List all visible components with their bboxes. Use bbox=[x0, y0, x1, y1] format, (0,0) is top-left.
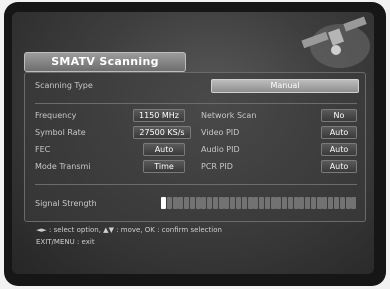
fec-label: FEC bbox=[35, 145, 51, 154]
network-scan-label: Network Scan bbox=[201, 111, 257, 120]
signal-segment bbox=[195, 197, 201, 209]
scanning-type-select[interactable]: Manual bbox=[211, 79, 359, 93]
scanning-type-value: Manual bbox=[270, 81, 300, 90]
tv-screen: SMATV Scanning Scanning Type Manual Freq… bbox=[12, 12, 374, 274]
signal-segment bbox=[166, 197, 172, 209]
mode-transmit-label: Mode Transmi bbox=[35, 162, 91, 171]
signal-segment bbox=[299, 197, 305, 209]
signal-segment bbox=[161, 197, 166, 209]
signal-segment bbox=[212, 197, 218, 209]
network-scan-field[interactable]: No bbox=[321, 109, 357, 122]
signal-segment bbox=[310, 197, 316, 209]
scanning-type-label: Scanning Type bbox=[35, 81, 93, 90]
pcr-pid-value: Auto bbox=[329, 162, 349, 171]
signal-segment bbox=[172, 197, 178, 209]
signal-segment bbox=[316, 197, 322, 209]
signal-segment bbox=[178, 197, 184, 209]
video-pid-value: Auto bbox=[329, 128, 349, 137]
menu-title-bar: SMATV Scanning bbox=[24, 52, 186, 72]
signal-strength-meter bbox=[161, 197, 357, 209]
signal-segment bbox=[224, 197, 230, 209]
signal-segment bbox=[322, 197, 328, 209]
signal-segment bbox=[293, 197, 299, 209]
signal-segment bbox=[339, 197, 345, 209]
signal-segment bbox=[241, 197, 247, 209]
signal-segment bbox=[264, 197, 270, 209]
tv-frame: SMATV Scanning Scanning Type Manual Freq… bbox=[0, 0, 390, 289]
signal-segment bbox=[333, 197, 339, 209]
audio-pid-label: Audio PID bbox=[201, 145, 240, 154]
network-scan-value: No bbox=[333, 111, 345, 120]
satellite-icon bbox=[301, 16, 370, 68]
symbol-rate-value: 27500 KS/s bbox=[139, 128, 185, 137]
symbol-rate-label: Symbol Rate bbox=[35, 128, 86, 137]
signal-segment bbox=[207, 197, 213, 209]
symbol-rate-field[interactable]: 27500 KS/s bbox=[133, 126, 191, 139]
signal-segment bbox=[230, 197, 236, 209]
signal-segment bbox=[287, 197, 293, 209]
menu-title: SMATV Scanning bbox=[51, 55, 159, 68]
fec-field[interactable]: Auto bbox=[143, 143, 185, 156]
frequency-label: Frequency bbox=[35, 111, 77, 120]
fec-value: Auto bbox=[154, 145, 174, 154]
signal-segment bbox=[184, 197, 190, 209]
video-pid-label: Video PID bbox=[201, 128, 240, 137]
audio-pid-value: Auto bbox=[329, 145, 349, 154]
signal-segment bbox=[282, 197, 288, 209]
signal-segment bbox=[218, 197, 224, 209]
signal-segment bbox=[276, 197, 282, 209]
frequency-value: 1150 MHz bbox=[138, 111, 180, 120]
scan-settings-panel: Scanning Type Manual Frequency 1150 MHz … bbox=[24, 72, 366, 222]
video-pid-field[interactable]: Auto bbox=[321, 126, 357, 139]
signal-segment bbox=[305, 197, 311, 209]
divider-bottom bbox=[35, 184, 357, 185]
pcr-pid-field[interactable]: Auto bbox=[321, 160, 357, 173]
signal-segment bbox=[235, 197, 241, 209]
frequency-field[interactable]: 1150 MHz bbox=[133, 109, 185, 122]
signal-segment bbox=[345, 197, 351, 209]
signal-segment bbox=[189, 197, 195, 209]
signal-segment bbox=[270, 197, 276, 209]
pcr-pid-label: PCR PID bbox=[201, 162, 233, 171]
signal-segment bbox=[247, 197, 253, 209]
signal-segment bbox=[259, 197, 264, 209]
help-text-exit: EXIT/MENU : exit bbox=[36, 238, 95, 246]
help-text-navigation: ◄► : select option, ▲▼ : move, OK : conf… bbox=[36, 226, 222, 234]
audio-pid-field[interactable]: Auto bbox=[321, 143, 357, 156]
signal-strength-label: Signal Strength bbox=[35, 199, 97, 208]
signal-segment bbox=[201, 197, 207, 209]
signal-segment bbox=[351, 197, 357, 209]
signal-segment bbox=[328, 197, 334, 209]
divider-top bbox=[35, 103, 357, 104]
signal-segment bbox=[253, 197, 259, 209]
mode-transmit-value: Time bbox=[154, 162, 174, 171]
mode-transmit-field[interactable]: Time bbox=[143, 160, 185, 173]
